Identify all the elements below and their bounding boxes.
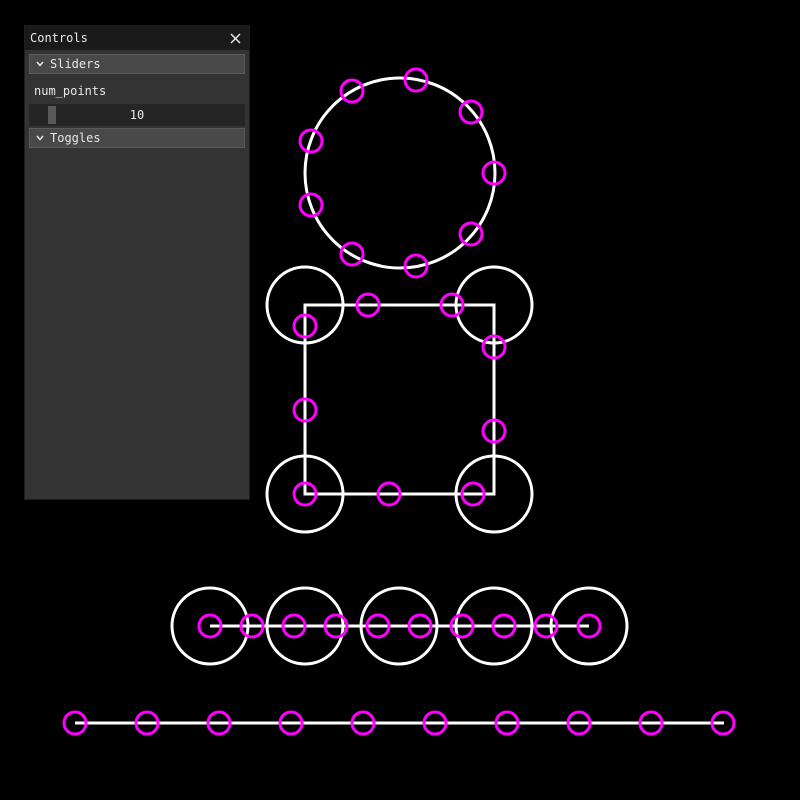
square-shape (303, 303, 496, 496)
ring-shape (303, 76, 497, 270)
section-header-toggles[interactable]: Toggles (29, 128, 245, 148)
slider-value: 10 (129, 108, 145, 122)
close-button[interactable] (227, 30, 243, 46)
controls-panel: Controls Sliders num_points 10 Toggles (24, 25, 250, 500)
section-label: Toggles (50, 131, 101, 145)
slider-label: num_points (34, 84, 107, 98)
num-points-slider[interactable]: 10 (29, 104, 245, 126)
close-icon (229, 32, 241, 44)
panel-titlebar[interactable]: Controls (25, 26, 249, 50)
panel-title: Controls (30, 31, 88, 45)
section-label: Sliders (50, 57, 101, 71)
chevron-down-icon (32, 56, 48, 72)
chevron-down-icon (32, 130, 48, 146)
section-header-sliders[interactable]: Sliders (29, 54, 245, 74)
